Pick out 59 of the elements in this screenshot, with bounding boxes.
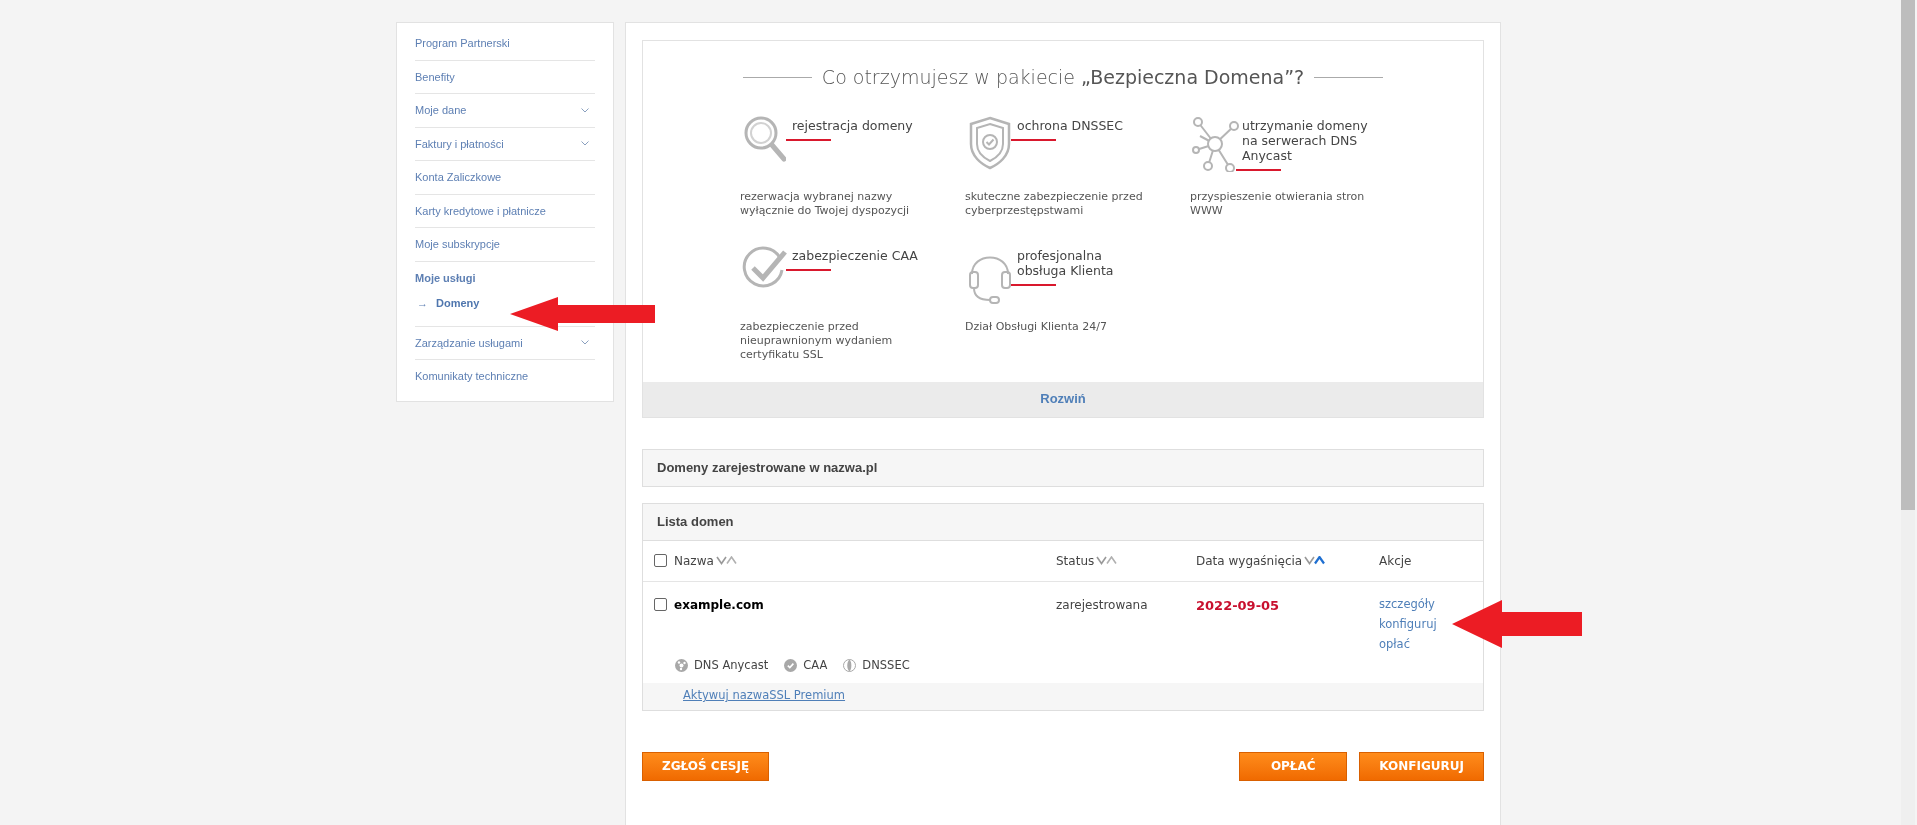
scrollbar-thumb[interactable] [1901,0,1915,510]
search-icon [744,115,786,162]
sort-icon[interactable] [1096,556,1119,565]
action-button[interactable]: OPŁAĆ [1239,751,1348,781]
sidebar-link[interactable]: Zarządzanie usługami [415,334,523,351]
action-button[interactable]: ZGŁOŚ CESJĘ [642,751,770,781]
sidebar-sublink[interactable]: Domeny [436,295,480,312]
feature-description: przyspieszenie otwierania stron WWW [1190,189,1366,218]
checkbox[interactable] [654,554,667,567]
arrow-icon: → [417,295,428,312]
feature-description: zabezpieczenie przed nieuprawnionym wydaniem certyfikatu SSL [740,319,894,362]
feature-title: utrzymanie domeny na serwerach DNS Anycast [1242,117,1369,163]
domain-name: example.com [674,596,764,614]
sidebar-link[interactable]: Faktury i płatności [415,135,504,152]
status-text: zarejestrowana [1056,596,1149,614]
column-header[interactable]: Data wygaśnięcia [1196,551,1303,570]
check-badge-icon [784,659,798,673]
column-header: Akcje [1379,552,1412,570]
sidebar-link[interactable]: Karty kredytowe i płatnicze [415,202,546,219]
feature-description: rezerwacja wybranej nazwy wyłącznie do Twojej dyspozycji [740,189,911,218]
sidebar-link[interactable]: Program Partnerski [415,35,510,52]
column-header[interactable]: Nazwa [674,551,714,570]
checkbox[interactable] [654,598,667,611]
package-heading: Co otrzymujesz w pakiecie „Bezpieczna Domena”? [821,65,1305,90]
sidebar-link[interactable]: Konta Zaliczkowe [415,169,502,186]
action-link[interactable]: konfiguruj [1379,615,1437,633]
expand-button[interactable]: Rozwiń [643,381,1483,417]
network-icon [1190,115,1240,172]
feature-description: skuteczne zabezpieczenie przed cyberprzestępstwami [965,189,1144,218]
section-heading: Domeny zarejestrowane w nazwa.pl [642,448,1484,487]
feature-title: rejestracja domeny [792,117,914,133]
sort-icon[interactable] [1304,556,1327,565]
card-title: Lista domen [643,503,1483,541]
service-label: DNSSEC [862,657,910,675]
feature-description: Dział Obsługi Klienta 24/7 [965,319,1108,334]
checkmark-icon [742,245,788,290]
sidebar-section-heading[interactable]: Moje usługi [415,269,476,286]
chevron-down-icon [581,107,589,113]
action-link[interactable]: opłać [1379,636,1410,654]
expiry-date: 2022-09-05 [1196,597,1280,613]
sidebar-link[interactable]: Komunikaty techniczne [415,368,529,385]
chevron-down-icon [581,141,589,147]
sort-icon[interactable] [715,556,738,565]
sidebar-link[interactable]: Moje subskrypcje [415,236,500,253]
sidebar-link[interactable]: Moje dane [415,102,467,119]
sidebar-link[interactable]: Benefity [415,68,455,85]
service-label: CAA [803,657,828,675]
network-icon [675,659,688,673]
shield-icon [969,115,1011,170]
feature-title: profesjonalna obsługa Klienta [1017,247,1115,278]
column-header[interactable]: Status [1056,551,1095,570]
feature-title: ochrona DNSSEC [1017,117,1124,133]
action-button[interactable]: KONFIGURUJ [1359,751,1484,781]
action-link[interactable]: szczegóły [1379,595,1435,613]
feature-title: zabezpieczenie CAA [792,247,919,263]
chevron-down-icon [581,340,589,346]
promo-link[interactable]: Aktywuj nazwaSSL Premium [683,687,846,705]
globe-icon [843,659,857,673]
service-label: DNS Anycast [694,657,769,675]
